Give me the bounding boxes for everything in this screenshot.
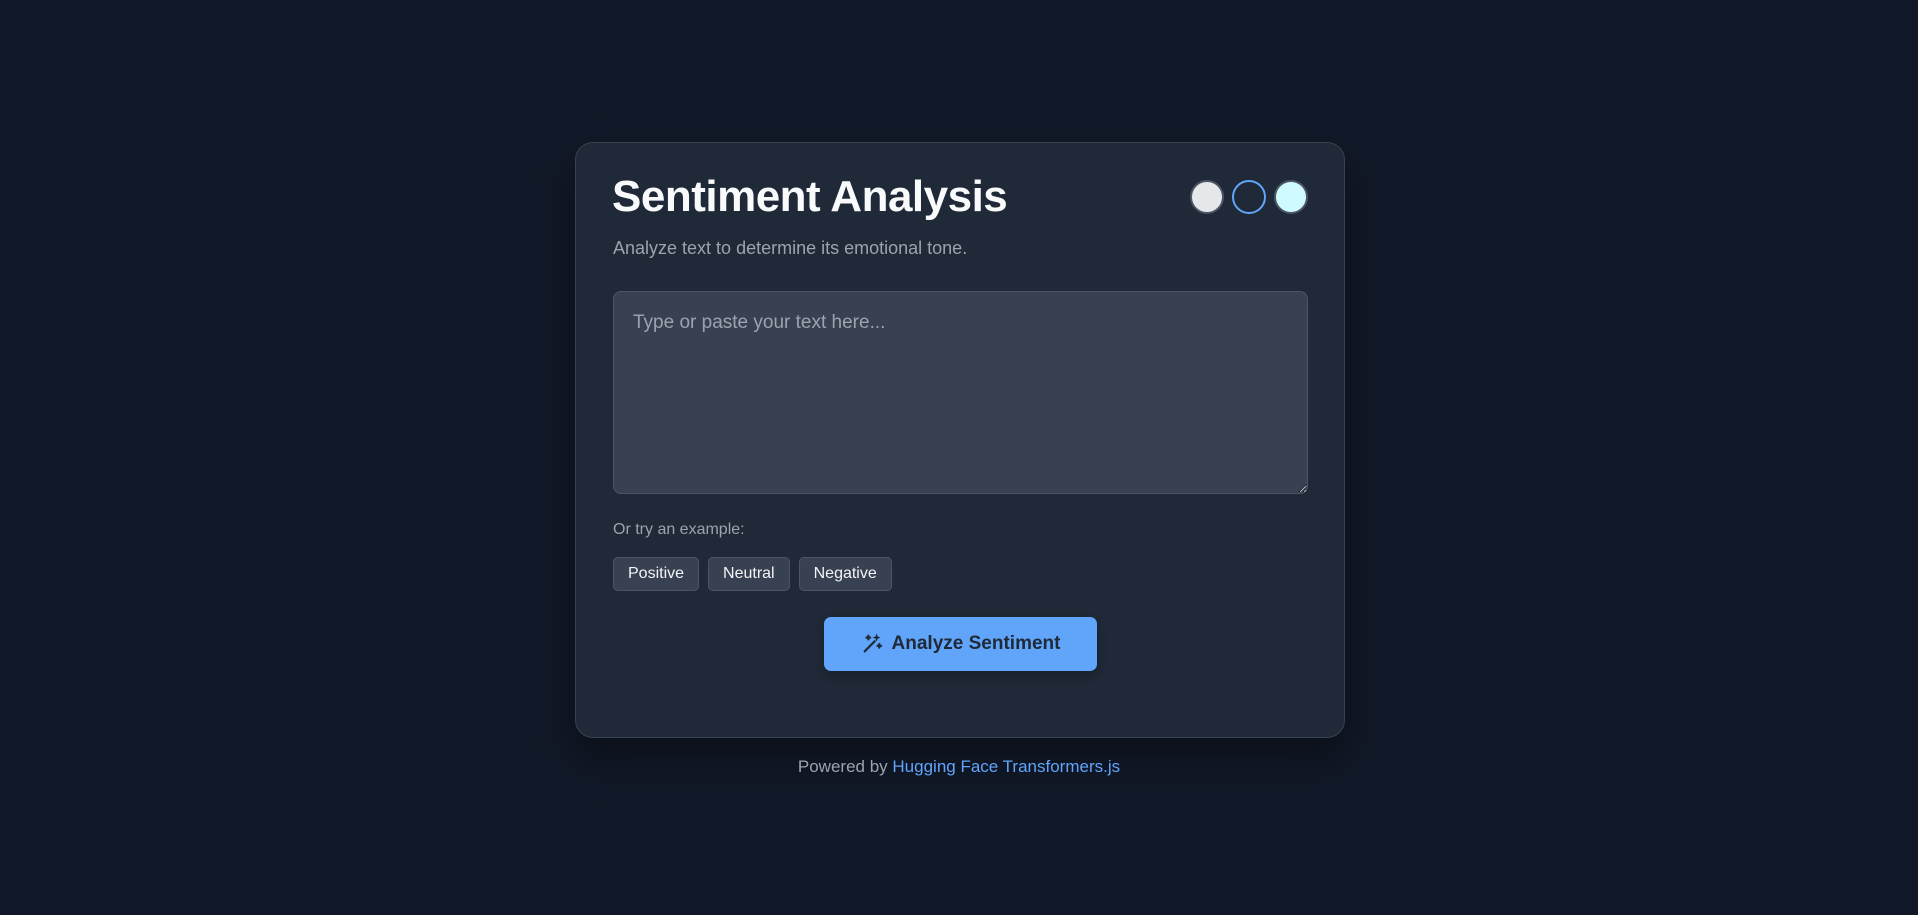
page-title: Sentiment Analysis [612,172,1008,221]
theme-swatch-light[interactable] [1190,180,1224,214]
theme-swatch-cyan[interactable] [1274,180,1308,214]
magic-wand-icon [863,633,882,653]
analyze-button-label: Analyze Sentiment [891,633,1061,654]
sentiment-card: Sentiment Analysis Analyze text to deter… [575,142,1345,738]
example-neutral-button[interactable]: Neutral [708,557,790,591]
example-positive-button[interactable]: Positive [613,557,700,591]
page: Sentiment Analysis Analyze text to deter… [0,0,1918,915]
analyze-sentiment-button[interactable]: Analyze Sentiment [824,617,1097,671]
examples-group: Positive Neutral Negative [613,557,892,591]
footer-prefix: Powered by [797,757,888,776]
footer: Powered by Hugging Face Transformers.js [0,757,1918,777]
theme-switcher [1190,180,1308,214]
page-subtitle: Analyze text to determine its emotional … [613,238,968,258]
transformers-link[interactable]: Hugging Face Transformers.js [892,757,1120,776]
text-input[interactable] [613,291,1308,494]
theme-swatch-dark[interactable] [1232,180,1266,214]
example-negative-button[interactable]: Negative [798,557,892,591]
examples-label: Or try an example: [613,521,745,538]
